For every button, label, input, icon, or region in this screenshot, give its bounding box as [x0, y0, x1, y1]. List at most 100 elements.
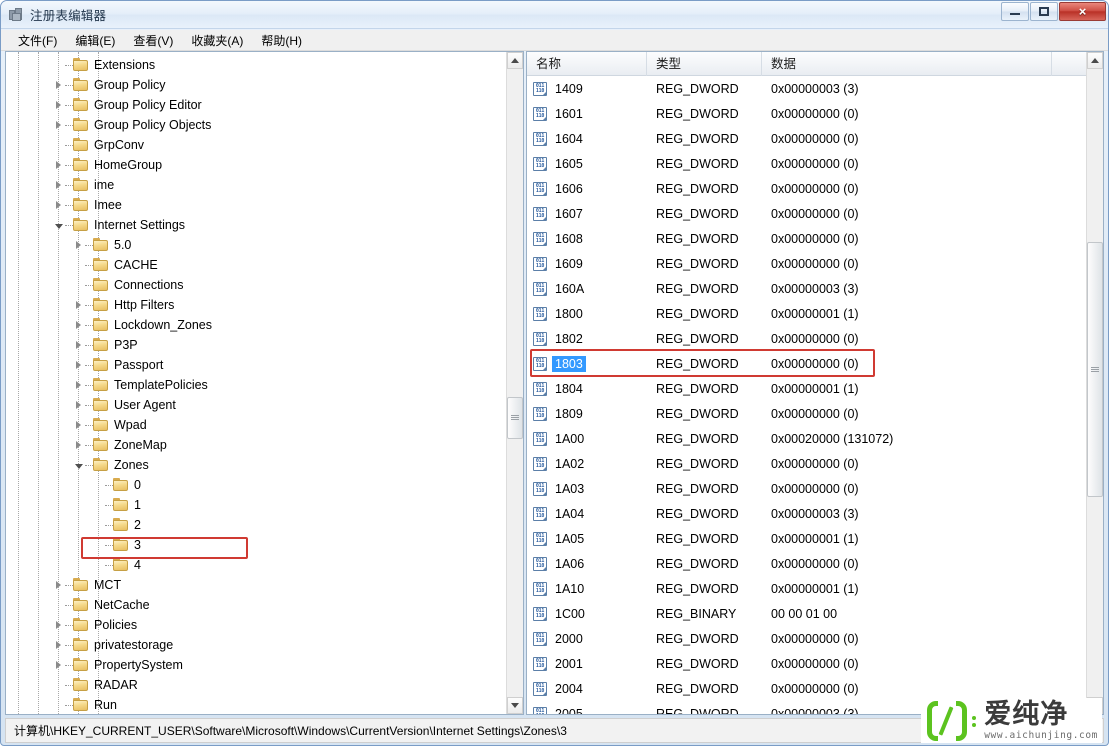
table-row[interactable]: 011 110 1803 REG_DWORD 0x00000000 (0)	[527, 351, 1086, 376]
expand-arrow-icon[interactable]	[72, 235, 85, 255]
tree-node-homegroup[interactable]: HomeGroup	[6, 155, 506, 175]
maximize-restore-button[interactable]	[1030, 2, 1058, 21]
table-row[interactable]: 011 110 1606 REG_DWORD 0x00000000 (0)	[527, 176, 1086, 201]
tree-node-2[interactable]: 2	[6, 515, 506, 535]
tree-node-netcache[interactable]: NetCache	[6, 595, 506, 615]
expand-arrow-icon[interactable]	[52, 115, 65, 135]
table-row[interactable]: 011 110 2001 REG_DWORD 0x00000000 (0)	[527, 651, 1086, 676]
tree-node-group-policy[interactable]: Group Policy	[6, 75, 506, 95]
table-row[interactable]: 011 110 2000 REG_DWORD 0x00000000 (0)	[527, 626, 1086, 651]
tree-node-wpad[interactable]: Wpad	[6, 415, 506, 435]
tree-vertical-scrollbar[interactable]	[506, 52, 523, 714]
tree-node-3[interactable]: 3	[6, 535, 506, 555]
registry-value-icon: 011110	[533, 256, 547, 271]
tree-node-label: HomeGroup	[94, 158, 163, 172]
minimize-button[interactable]	[1001, 2, 1029, 21]
table-row[interactable]: 011 110 1A02 REG_DWORD 0x00000000 (0)	[527, 451, 1086, 476]
table-row[interactable]: 011 110 160A REG_DWORD 0x00000003 (3)	[527, 276, 1086, 301]
tree-node-imee[interactable]: Imee	[6, 195, 506, 215]
expand-arrow-icon[interactable]	[72, 395, 85, 415]
tree-node-zones[interactable]: Zones	[6, 455, 506, 475]
table-row[interactable]: 011 110 1605 REG_DWORD 0x00000000 (0)	[527, 151, 1086, 176]
tree-node-passport[interactable]: Passport	[6, 355, 506, 375]
table-row[interactable]: 011 110 1608 REG_DWORD 0x00000000 (0)	[527, 226, 1086, 251]
tree-node-policies[interactable]: Policies	[6, 615, 506, 635]
menu-item-1[interactable]: 文件(F)	[9, 30, 66, 51]
tree-node-connections[interactable]: Connections	[6, 275, 506, 295]
tree-scroll-thumb[interactable]	[507, 397, 523, 439]
table-row[interactable]: 011 110 1C00 REG_BINARY 00 00 01 00	[527, 601, 1086, 626]
tree-scroll-down-button[interactable]	[507, 697, 523, 714]
close-button[interactable]: ×	[1059, 2, 1106, 21]
expand-arrow-icon[interactable]	[52, 175, 65, 195]
values-list[interactable]: 011 110 1409 REG_DWORD 0x00000003 (3) 011 110 1…	[527, 76, 1086, 714]
expand-arrow-icon[interactable]	[72, 295, 85, 315]
expand-arrow-icon[interactable]	[52, 95, 65, 115]
expand-arrow-icon[interactable]	[52, 655, 65, 675]
collapse-arrow-icon[interactable]	[72, 455, 85, 475]
table-row[interactable]: 011 110 1A10 REG_DWORD 0x00000001 (1)	[527, 576, 1086, 601]
tree-node-5-0[interactable]: 5.0	[6, 235, 506, 255]
column-header-type[interactable]: 类型	[647, 52, 762, 76]
menu-item-3[interactable]: 查看(V)	[124, 30, 182, 51]
table-row[interactable]: 011 110 1409 REG_DWORD 0x00000003 (3)	[527, 76, 1086, 101]
expand-arrow-icon[interactable]	[52, 575, 65, 595]
collapse-arrow-icon[interactable]	[52, 215, 65, 235]
list-vertical-scrollbar[interactable]	[1086, 52, 1103, 714]
expand-arrow-icon[interactable]	[72, 415, 85, 435]
expand-arrow-icon[interactable]	[52, 195, 65, 215]
tree-node-group-policy-editor[interactable]: Group Policy Editor	[6, 95, 506, 115]
tree-node-grpconv[interactable]: GrpConv	[6, 135, 506, 155]
expand-arrow-icon[interactable]	[52, 75, 65, 95]
tree-node-radar[interactable]: RADAR	[6, 675, 506, 695]
tree-scroll-up-button[interactable]	[507, 52, 523, 69]
registry-tree[interactable]: Extensions Group Policy Group Policy Edito…	[6, 52, 506, 714]
expand-arrow-icon[interactable]	[52, 635, 65, 655]
table-row[interactable]: 011 110 1800 REG_DWORD 0x00000001 (1)	[527, 301, 1086, 326]
table-row[interactable]: 011 110 1604 REG_DWORD 0x00000000 (0)	[527, 126, 1086, 151]
tree-node-http-filters[interactable]: Http Filters	[6, 295, 506, 315]
expand-arrow-icon[interactable]	[52, 615, 65, 635]
tree-node-zonemap[interactable]: ZoneMap	[6, 435, 506, 455]
tree-node-lockdown-zones[interactable]: Lockdown_Zones	[6, 315, 506, 335]
expand-arrow-icon[interactable]	[72, 375, 85, 395]
table-row[interactable]: 011 110 1609 REG_DWORD 0x00000000 (0)	[527, 251, 1086, 276]
expand-arrow-icon[interactable]	[72, 315, 85, 335]
list-scroll-thumb[interactable]	[1087, 242, 1103, 497]
table-row[interactable]: 011 110 1607 REG_DWORD 0x00000000 (0)	[527, 201, 1086, 226]
table-row[interactable]: 011 110 1A03 REG_DWORD 0x00000000 (0)	[527, 476, 1086, 501]
menu-item-5[interactable]: 帮助(H)	[252, 30, 311, 51]
column-header-name[interactable]: 名称	[527, 52, 647, 76]
column-header-data[interactable]: 数据	[762, 52, 1052, 76]
tree-node-mct[interactable]: MCT	[6, 575, 506, 595]
tree-node-4[interactable]: 4	[6, 555, 506, 575]
tree-node-extensions[interactable]: Extensions	[6, 55, 506, 75]
tree-node-run[interactable]: Run	[6, 695, 506, 714]
table-row[interactable]: 011 110 1A04 REG_DWORD 0x00000003 (3)	[527, 501, 1086, 526]
table-row[interactable]: 011 110 1802 REG_DWORD 0x00000000 (0)	[527, 326, 1086, 351]
table-row[interactable]: 011 110 1A05 REG_DWORD 0x00000001 (1)	[527, 526, 1086, 551]
tree-node-ime[interactable]: ime	[6, 175, 506, 195]
tree-node-propertysystem[interactable]: PropertySystem	[6, 655, 506, 675]
list-scroll-up-button[interactable]	[1087, 52, 1103, 69]
table-row[interactable]: 011 110 1A00 REG_DWORD 0x00020000 (131072)	[527, 426, 1086, 451]
table-row[interactable]: 011 110 1A06 REG_DWORD 0x00000000 (0)	[527, 551, 1086, 576]
expand-arrow-icon[interactable]	[72, 335, 85, 355]
table-row[interactable]: 011 110 1809 REG_DWORD 0x00000000 (0)	[527, 401, 1086, 426]
tree-node-internet-settings[interactable]: Internet Settings	[6, 215, 506, 235]
expand-arrow-icon[interactable]	[52, 155, 65, 175]
tree-node-p3p[interactable]: P3P	[6, 335, 506, 355]
table-row[interactable]: 011 110 1601 REG_DWORD 0x00000000 (0)	[527, 101, 1086, 126]
expand-arrow-icon[interactable]	[72, 435, 85, 455]
tree-node-privatestorage[interactable]: privatestorage	[6, 635, 506, 655]
menu-item-2[interactable]: 编辑(E)	[66, 30, 124, 51]
tree-node-1[interactable]: 1	[6, 495, 506, 515]
tree-node-group-policy-objects[interactable]: Group Policy Objects	[6, 115, 506, 135]
expand-arrow-icon[interactable]	[72, 355, 85, 375]
table-row[interactable]: 011 110 1804 REG_DWORD 0x00000001 (1)	[527, 376, 1086, 401]
tree-node-cache[interactable]: CACHE	[6, 255, 506, 275]
menu-item-4[interactable]: 收藏夹(A)	[182, 30, 252, 51]
tree-node-templatepolicies[interactable]: TemplatePolicies	[6, 375, 506, 395]
tree-node-0[interactable]: 0	[6, 475, 506, 495]
tree-node-user-agent[interactable]: User Agent	[6, 395, 506, 415]
